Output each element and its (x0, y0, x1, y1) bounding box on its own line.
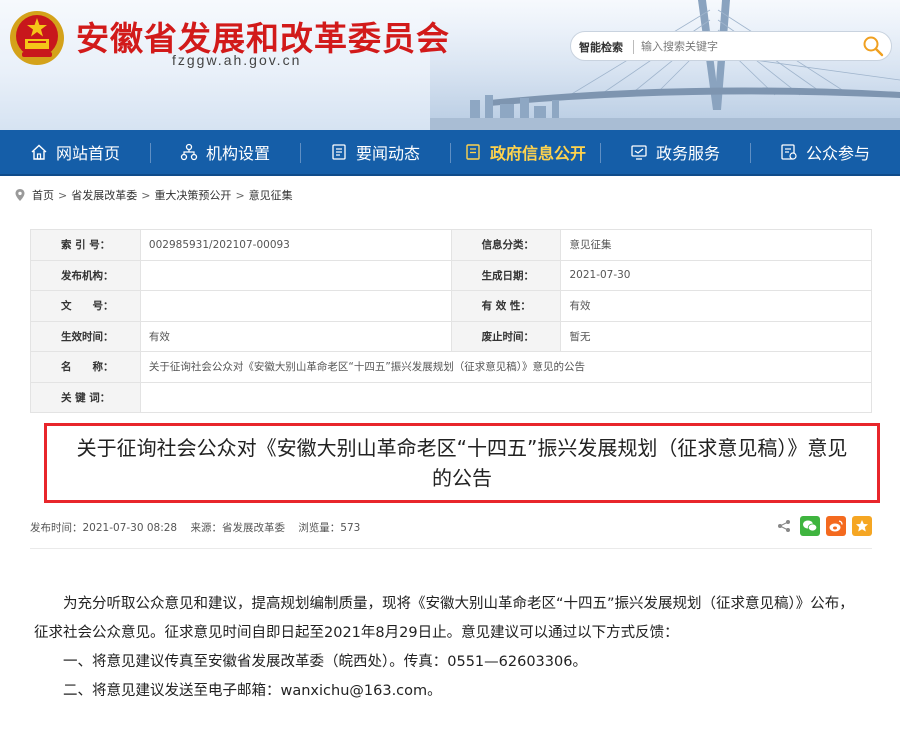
article-title: 关于征询社会公众对《安徽大别山革命老区“十四五”振兴发展规划（征求意见稿）》意见… (76, 436, 848, 490)
search-icon (863, 36, 884, 57)
location-pin-icon (15, 189, 25, 201)
weibo-icon (829, 520, 843, 532)
share-icon (778, 520, 790, 532)
search-label[interactable]: 智能检索 (579, 39, 623, 55)
table-row: 关 键 词： (30, 381, 873, 413)
participation-icon (781, 144, 797, 160)
doc-no-label: 文 号： (30, 290, 141, 322)
table-row: 发布机构： 生成日期： 2021-07-30 (30, 259, 872, 291)
favorite-icon (856, 520, 868, 532)
nav-item-label: 公众参与 (805, 144, 870, 163)
index-no-label: 索 引 号： (30, 229, 141, 261)
search-divider (633, 40, 634, 54)
article-paragraph: 为充分听取公众意见和建议，提高规划编制质量，现将《安徽大别山革命老区“十四五”振… (34, 596, 854, 641)
publisher-label: 发布机构： (30, 259, 141, 291)
nav-item-services[interactable]: 政务服务 (600, 130, 750, 174)
nav-item-news[interactable]: 要闻动态 (300, 130, 450, 174)
name-label: 名 称： (30, 351, 141, 383)
nav-item-gov-info[interactable]: 政府信息公开 (450, 130, 600, 174)
org-chart-icon (180, 143, 198, 161)
category-value: 意见征集 (560, 229, 872, 261)
nav-item-participation[interactable]: 公众参与 (750, 130, 900, 174)
share-button[interactable] (774, 516, 794, 536)
created-label: 生成日期： (450, 259, 562, 291)
index-no-value: 002985931/202107-00093 (139, 229, 452, 261)
main-nav: 网站首页 机构设置 要闻动态 政府信息公开 政务服务 公众参与 (0, 130, 900, 176)
view-count: 浏览量：573 (298, 522, 361, 534)
effective-label: 生效时间： (30, 320, 141, 352)
validity-label: 有 效 性： (450, 290, 562, 322)
article-source: 来源：省发展改革委 (190, 522, 285, 534)
abolish-value: 暂无 (560, 320, 872, 352)
service-icon (631, 145, 647, 160)
abolish-label: 废止时间： (450, 320, 562, 352)
national-emblem-logo (10, 11, 64, 65)
breadcrumb-separator: > (235, 188, 245, 202)
category-label: 信息分类： (450, 229, 562, 261)
article-title-highlight: 关于征询社会公众对《安徽大别山革命老区“十四五”振兴发展规划（征求意见稿）》意见… (44, 423, 880, 503)
news-icon (332, 144, 346, 160)
article-paragraph: 一、将意见建议传真至安徽省发展改革委（皖西处）。传真：0551—62603306… (63, 654, 587, 670)
search-button[interactable] (861, 35, 885, 57)
publish-time: 发布时间：2021-07-30 08:28 (30, 522, 178, 534)
article-body: 为充分听取公众意见和建议，提高规划编制质量，现将《安徽大别山革命老区“十四五”振… (34, 590, 864, 706)
table-row: 生效时间： 有效 废止时间： 暂无 (30, 320, 872, 352)
nav-item-label: 机构设置 (205, 144, 270, 163)
nav-item-label: 要闻动态 (355, 144, 420, 163)
breadcrumb-separator: > (58, 188, 68, 202)
article-paragraph: 二、将意见建议发送至电子邮箱：wanxichu@163.com。 (63, 683, 442, 699)
breadcrumb: 首页 > 省发展改革委 > 重大决策预公开 > 意见征集 (14, 187, 293, 203)
nav-item-label: 政府信息公开 (489, 144, 586, 163)
breadcrumb-separator: > (141, 188, 151, 202)
share-bar (774, 516, 872, 536)
nav-item-label: 网站首页 (55, 144, 120, 163)
article-meta: 发布时间：2021-07-30 08:28 来源：省发展改革委 浏览量：573 (30, 520, 370, 535)
breadcrumb-commission[interactable]: 省发展改革委 (71, 187, 137, 203)
divider (30, 548, 872, 549)
breadcrumb-current[interactable]: 意见征集 (249, 187, 293, 203)
nav-item-label: 政务服务 (655, 144, 720, 163)
search-input[interactable] (641, 36, 851, 56)
created-value: 2021-07-30 (560, 259, 872, 291)
home-icon (31, 144, 47, 160)
publisher-value (139, 259, 452, 291)
table-row: 文 号： 有 效 性： 有效 (30, 290, 872, 322)
breadcrumb-home[interactable]: 首页 (32, 187, 54, 203)
name-value: 关于征询社会公众对《安徽大别山革命老区“十四五”振兴发展规划（征求意见稿）》意见… (139, 351, 873, 383)
validity-value: 有效 (560, 290, 872, 322)
effective-value: 有效 (139, 320, 452, 352)
doc-no-value (139, 290, 452, 322)
breadcrumb-decisions[interactable]: 重大决策预公开 (154, 187, 231, 203)
weibo-share-button[interactable] (826, 516, 846, 536)
nav-item-home[interactable]: 网站首页 (0, 130, 150, 174)
site-domain: fzggw.ah.gov.cn (172, 52, 302, 68)
table-row: 索 引 号： 002985931/202107-00093 信息分类： 意见征集 (30, 229, 872, 261)
wechat-share-button[interactable] (800, 516, 820, 536)
wechat-icon (803, 520, 818, 532)
keywords-value (139, 381, 873, 413)
bridge-banner-image (430, 0, 900, 130)
favorite-button[interactable] (852, 516, 872, 536)
keywords-label: 关 键 词： (30, 381, 141, 413)
site-header: 安徽省发展和改革委员会 fzggw.ah.gov.cn 智能检索 (0, 0, 900, 130)
search-box: 智能检索 (570, 31, 892, 61)
nav-item-organization[interactable]: 机构设置 (150, 130, 300, 174)
document-info-table: 索 引 号： 002985931/202107-00093 信息分类： 意见征集… (30, 229, 873, 413)
document-icon (466, 144, 480, 160)
table-row: 名 称： 关于征询社会公众对《安徽大别山革命老区“十四五”振兴发展规划（征求意见… (30, 351, 873, 383)
